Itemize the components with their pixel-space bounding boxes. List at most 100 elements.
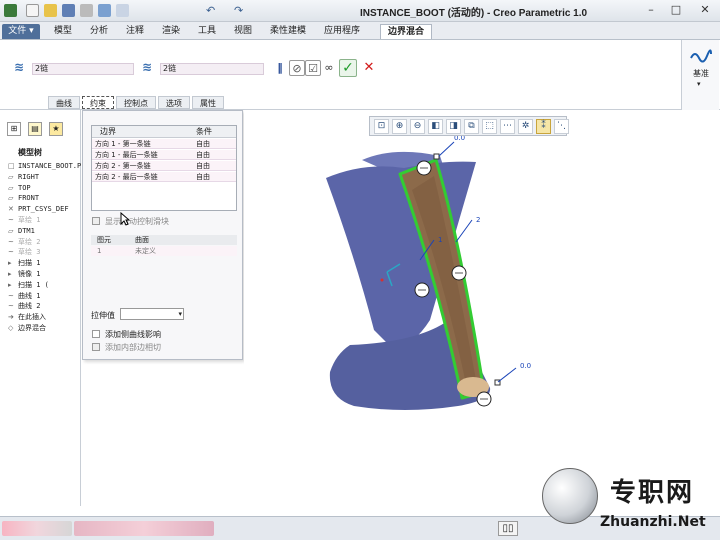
tree-item[interactable]: ~ 草绘 3 [8,247,40,257]
datum-label: 基准 [693,69,709,78]
tab-model[interactable]: 模型 [46,24,80,39]
graphics-view-toolbar: ⊡ ⊕ ⊖ ◧ ◨ ⧉ ⬚ ⋯ ✲ ⁑ ⋱ [369,116,569,136]
second-direction-icon: ≋ [142,60,153,74]
close-button[interactable]: ✕ [694,2,716,18]
tree-item-label: 在此插入 [18,313,46,322]
second-direction-collector[interactable]: 2链 [160,63,264,75]
subtab-properties[interactable]: 属性 [192,96,224,109]
regenerate-icon[interactable] [98,4,111,17]
maximize-button[interactable]: □ [665,2,687,18]
preview-glasses-icon[interactable]: ∞ [321,60,337,76]
tab-view[interactable]: 视图 [226,24,260,39]
saved-views-icon[interactable]: ⧉ [464,119,479,134]
tab-annotate[interactable]: 注释 [118,24,152,39]
ok-button[interactable]: ✓ [339,59,357,77]
row-condition[interactable]: 自由 [196,161,210,171]
verify-mode-button[interactable]: ☑ [305,60,321,76]
table-row[interactable]: 1 未定义 [91,246,237,256]
tree-item[interactable]: □ INSTANCE_BOOT.P [8,161,81,171]
boot-model[interactable]: 0.0210.0 [244,110,720,506]
row-condition[interactable]: 自由 [196,150,210,160]
redo-icon[interactable]: ↷ [234,4,247,17]
tab-applications[interactable]: 应用程序 [316,24,368,39]
window-icon[interactable] [116,4,129,17]
view-manager-icon[interactable]: ⬚ [482,119,497,134]
spin-center-icon[interactable]: ✲ [518,119,533,134]
new-file-icon[interactable] [26,4,39,17]
tab-render[interactable]: 渲染 [154,24,188,39]
no-preview-button[interactable]: ⊘ [289,60,305,76]
tab-boundary-blend[interactable]: 边界混合 [380,24,432,39]
tree-item[interactable]: ▸ 扫描 1 ( [8,280,49,290]
tree-item[interactable]: ~ 草绘 2 [8,237,40,247]
corner-handle[interactable] [433,153,440,160]
tab-flexible-modeling[interactable]: 柔性建模 [262,24,314,39]
subtab-control-points[interactable]: 控制点 [116,96,156,109]
folder-browser-tab-icon[interactable]: ▤ [28,122,42,136]
tree-item[interactable]: ~ 曲线 1 [8,291,40,301]
stretch-value-select[interactable]: ▾ [120,308,184,320]
subtab-constraints[interactable]: 约束 [82,96,114,109]
tree-item[interactable]: ▱ DTM1 [8,226,35,236]
tab-tools[interactable]: 工具 [190,24,224,39]
save-icon[interactable] [62,4,75,17]
tab-analysis[interactable]: 分析 [82,24,116,39]
pause-button[interactable]: ‖ [272,60,288,76]
minimize-button[interactable]: – [640,2,662,18]
model-tree-tab-icon[interactable]: ⊞ [7,122,21,136]
open-file-icon[interactable] [44,4,57,17]
navigator-panel: ⊞ ▤ ★ 模型树 □ INSTANCE_BOOT.P ▱ RIGHT ▱ TOP ▱ FRO… [0,110,81,506]
tree-item[interactable]: ➔ 在此插入 [8,312,46,322]
tree-item-label: 草绘 2 [18,237,41,246]
dimension-label[interactable]: 2 [476,216,480,224]
refit-icon[interactable]: ⊡ [374,119,389,134]
tree-item-icon: ~ [8,216,14,224]
row-condition[interactable]: 自由 [196,139,210,149]
selection-icon[interactable]: ⋱ [554,119,569,134]
graphics-window[interactable]: 0.0 2 1 0.0 [244,110,720,506]
tree-item[interactable]: ▸ 扫描 1 [8,258,40,268]
find-icon[interactable]: ▯▯ [498,521,518,536]
favorites-tab-icon[interactable]: ★ [49,122,63,136]
cancel-button[interactable]: ✕ [361,60,377,76]
datum-display-icon[interactable]: ⋯ [500,119,515,134]
add-inner-edge-checkbox[interactable] [92,343,100,351]
show-handles-checkbox[interactable] [92,217,100,225]
table-row[interactable]: 方向 2 - 最后一条链 自由 [92,172,236,182]
table-row[interactable]: 方向 1 - 第一条链 自由 [92,139,236,149]
dimension-label[interactable]: 0.0 [520,362,531,370]
datum-group[interactable]: 基准 ▾ [681,40,719,110]
zoom-out-icon[interactable]: ⊖ [410,119,425,134]
add-side-curve-checkbox[interactable] [92,330,100,338]
annotation-display-icon[interactable]: ⁑ [536,119,551,134]
print-icon[interactable] [80,4,93,17]
show-handles-label: 显示拖动控制滑块 [105,217,169,226]
dimension-label[interactable]: 1 [438,236,442,244]
tree-item[interactable]: ▱ FRONT [8,193,39,203]
tree-item[interactable]: ~ 草绘 1 [8,215,40,225]
tree-item-label: PRT_CSYS_DEF [18,205,69,214]
repaint-icon[interactable]: ◧ [428,119,443,134]
status-message-area [2,521,72,536]
subtab-options[interactable]: 选项 [158,96,190,109]
subtab-curves[interactable]: 曲线 [48,96,80,109]
tab-file[interactable]: 文件 ▾ [2,24,40,39]
table-row[interactable]: 方向 1 - 最后一条链 自由 [92,150,236,160]
tree-item[interactable]: ~ 曲线 2 [8,301,40,311]
table-row[interactable]: 方向 2 - 第一条链 自由 [92,161,236,171]
tree-item[interactable]: ◇ 边界混合 [8,323,46,333]
tree-item[interactable]: ▱ TOP [8,183,31,193]
tab-file-label: 文件 [8,26,27,36]
undo-icon[interactable]: ↶ [206,4,219,17]
tree-item[interactable]: ✕ PRT_CSYS_DEF [8,204,69,214]
row-condition[interactable]: 自由 [196,172,210,182]
tree-item[interactable]: ▸ 镜像 1 [8,269,40,279]
first-direction-collector[interactable]: 2链 [32,63,134,75]
window-title: INSTANCE_BOOT (活动的) - Creo Parametric 1.… [360,8,588,19]
tree-item[interactable]: ▱ RIGHT [8,172,39,182]
display-style-icon[interactable]: ◨ [446,119,461,134]
tree-item-label: RIGHT [18,172,40,181]
boundary-blend-dashboard: ≋ 2链 ≋ 2链 ‖ ⊘ ☑ ∞ ✓ ✕ 曲线 约束 控制点 选项 属性 [0,40,720,110]
zoom-in-icon[interactable]: ⊕ [392,119,407,134]
chevron-down-icon: ▾ [697,80,701,88]
